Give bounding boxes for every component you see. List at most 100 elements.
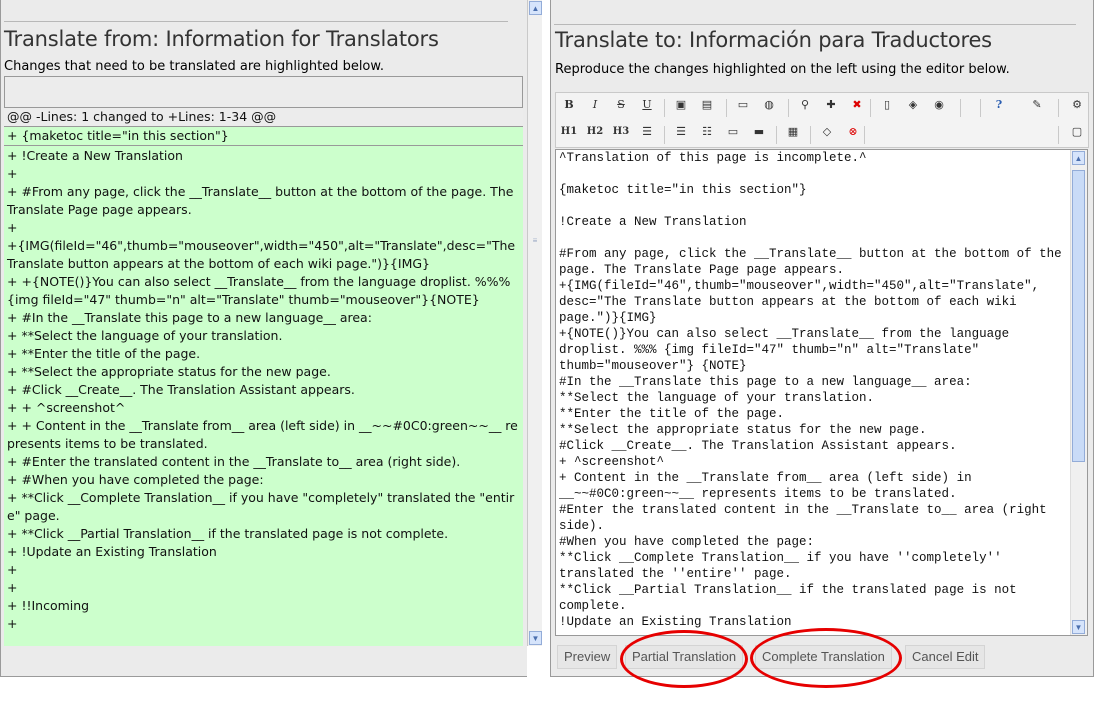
diff-added-line: + +{NOTE()}You can also select __Transla… <box>7 274 515 307</box>
diff-added-line: + #Click __Create__. The Translation Ass… <box>7 382 355 397</box>
cancel-edit-button[interactable]: Cancel Edit <box>905 645 986 669</box>
diff-added-line: + !Update an Existing Translation <box>7 544 217 559</box>
source-title: Translate from: Information for Translat… <box>4 27 439 51</box>
diff-view: @@ -Lines: 1 changed to +Lines: 1-34 @@ … <box>4 76 526 646</box>
stop-icon[interactable]: ⊗ <box>844 123 862 141</box>
editor-toolbar: B I S U ▣ ▤ ▭ ◍ ⚲ ✚ ✖ ▯ ◈ ◉? ✎ ⚙ H1 H2 H3 ☰ ☰ ☷ ▭ ▬ ▦ ◇ ⊗ ▢ <box>555 92 1089 148</box>
bold-icon[interactable]: B <box>560 96 578 114</box>
table-icon[interactable]: ▦ <box>784 123 802 141</box>
bullet-list-icon[interactable]: ☰ <box>672 123 690 141</box>
editor-line: !Update an Existing Translation <box>559 615 792 629</box>
image-icon[interactable]: ▣ <box>672 96 690 114</box>
new-page-icon[interactable]: ✚ <box>822 96 840 114</box>
editor-scrollbar[interactable]: ▲ ▼ <box>1070 150 1087 635</box>
scroll-up-arrow-icon[interactable]: ▲ <box>1072 151 1085 165</box>
diff-added-line: + **Select the language of your translat… <box>7 328 283 343</box>
toolbar-separator <box>1058 126 1059 144</box>
scroll-up-arrow-icon[interactable]: ▲ <box>529 1 542 15</box>
diff-added-line: + {maketoc title="in this section"} <box>4 126 523 146</box>
diff-added-line: + + Content in the __Translate from__ ar… <box>7 418 518 451</box>
italic-icon[interactable]: I <box>586 96 604 114</box>
gallery-icon[interactable]: ▤ <box>698 96 716 114</box>
toolbar-separator <box>664 99 665 117</box>
diff-added-line: + <box>7 562 18 577</box>
diff-added-block: + !Create a New Translation + + #From any … <box>4 146 523 646</box>
editor-line: **Select the appropriate status for the … <box>559 423 927 437</box>
toolbar-separator <box>788 99 789 117</box>
toolbar-separator <box>870 99 871 117</box>
editor-line: #Click __Create__. The Translation Assis… <box>559 439 957 453</box>
source-subtitle: Changes that need to be translated are h… <box>4 59 384 74</box>
diff-added-line: + **Select the appropriate status for th… <box>7 364 331 379</box>
diff-spacer <box>4 76 523 95</box>
diff-added-line: + #In the __Translate this page to a new… <box>7 310 372 325</box>
diff-added-line: +{IMG(fileId="46",thumb="mouseover",widt… <box>7 238 520 271</box>
scroll-down-arrow-icon[interactable]: ▼ <box>529 631 542 645</box>
diff-added-line: + #From any page, click the __Translate_… <box>7 184 518 217</box>
diff-added-line: + <box>7 580 18 595</box>
diff-added-line: + **Click __Partial Translation__ if the… <box>7 526 449 541</box>
complete-translation-button[interactable]: Complete Translation <box>755 645 892 669</box>
toolbar-separator <box>726 99 727 117</box>
html-icon[interactable]: ▬ <box>750 123 768 141</box>
editor-line: #From any page, click the __Translate__ … <box>559 247 1070 277</box>
strikethrough-icon[interactable]: S <box>612 96 630 114</box>
cube-icon[interactable]: ◈ <box>904 96 922 114</box>
editor-text[interactable]: ^Translation of this page is incomplete.… <box>559 150 1069 630</box>
diff-added-line: + #Enter the translated content in the _… <box>7 454 461 469</box>
diff-added-line: + #When you have completed the page: <box>7 472 264 487</box>
delete-icon[interactable]: ✖ <box>848 96 866 114</box>
toolbar-separator <box>810 126 811 144</box>
box-icon[interactable]: ▭ <box>724 123 742 141</box>
save-icon[interactable]: ▭ <box>734 96 752 114</box>
editor-line: #When you have completed the page: <box>559 535 815 549</box>
divider <box>4 21 508 22</box>
partial-translation-button[interactable]: Partial Translation <box>625 645 744 669</box>
diff-added-line: + + ^screenshot^ <box>7 400 126 415</box>
fullscreen-icon[interactable]: ▢ <box>1068 123 1086 141</box>
settings-icon[interactable]: ⚙ <box>1068 96 1086 114</box>
translation-editor[interactable]: ^Translation of this page is incomplete.… <box>555 149 1088 636</box>
scroll-grip-icon[interactable]: ≡ <box>531 236 539 245</box>
editor-line: **Click __Complete Translation__ if you … <box>559 551 1010 581</box>
editor-line: + ^screenshot^ <box>559 455 665 469</box>
globe-icon[interactable]: ◍ <box>760 96 778 114</box>
numbered-list-icon[interactable]: ☷ <box>698 123 716 141</box>
editor-line: #In the __Translate this page to a new l… <box>559 375 972 389</box>
target-subtitle: Reproduce the changes highlighted on the… <box>555 62 1010 77</box>
underline-icon[interactable]: U <box>638 96 656 114</box>
edit-icon[interactable]: ✎ <box>1028 96 1046 114</box>
editor-line: !Create a New Translation <box>559 215 747 229</box>
diff-hunk-header: @@ -Lines: 1 changed to +Lines: 1-34 @@ <box>4 108 523 126</box>
heading2-icon[interactable]: H2 <box>586 123 604 141</box>
editor-line: **Click __Partial Translation__ if the t… <box>559 583 1025 613</box>
toolbar-separator <box>864 126 865 144</box>
editor-line: ^Translation of this page is incomplete.… <box>559 151 867 165</box>
book-icon[interactable]: ▯ <box>878 96 896 114</box>
target-pane: Translate to: Información para Traductor… <box>550 0 1094 677</box>
heading3-icon[interactable]: H3 <box>612 123 630 141</box>
toolbar-separator <box>980 99 981 117</box>
palette-icon[interactable]: ◉ <box>930 96 948 114</box>
scroll-down-arrow-icon[interactable]: ▼ <box>1072 620 1085 634</box>
code-icon[interactable]: ◇ <box>818 123 836 141</box>
toolbar-separator <box>664 126 665 144</box>
help-icon[interactable]: ? <box>990 96 1008 114</box>
editor-line: #Enter the translated content in the __T… <box>559 503 1055 533</box>
toolbar-separator <box>960 99 961 117</box>
toolbar-separator <box>1058 99 1059 117</box>
source-scrollbar[interactable]: ▲ ≡ ▼ <box>527 0 542 646</box>
diff-spacer <box>4 95 523 108</box>
divider <box>554 24 1076 25</box>
editor-line: {maketoc title="in this section"} <box>559 183 807 197</box>
find-icon[interactable]: ⚲ <box>796 96 814 114</box>
align-center-icon[interactable]: ☰ <box>638 123 656 141</box>
heading1-icon[interactable]: H1 <box>560 123 578 141</box>
diff-added-line: + <box>7 616 18 631</box>
diff-added-line: + !Create a New Translation <box>7 148 183 163</box>
preview-button[interactable]: Preview <box>557 645 618 669</box>
diff-added-line: + <box>7 166 18 181</box>
scroll-thumb[interactable] <box>1072 170 1085 462</box>
diff-added-line: + **Click __Complete Translation__ if yo… <box>7 490 515 523</box>
